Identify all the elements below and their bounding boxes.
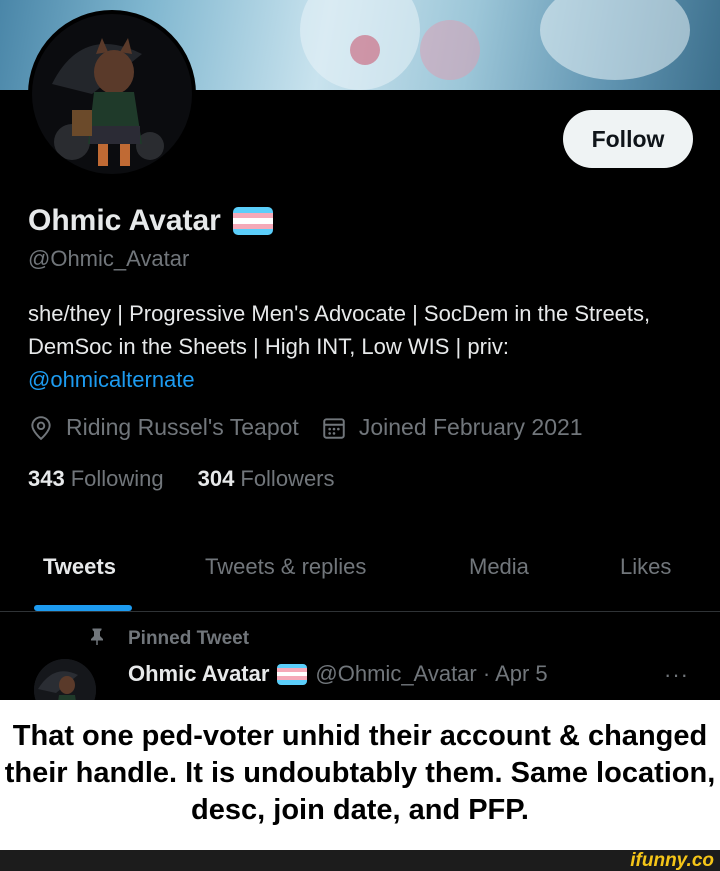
bio-mention-link[interactable]: @ohmicalternate — [28, 363, 698, 396]
tab-likes[interactable]: Likes — [620, 554, 671, 580]
profile-avatar[interactable] — [28, 10, 196, 178]
location-text: Riding Russel's Teapot — [66, 414, 299, 440]
trans-flag-icon — [277, 663, 308, 685]
following-link[interactable]: 343 Following — [28, 466, 164, 492]
profile-meta: Riding Russel's Teapot Joined February 2… — [28, 414, 583, 441]
profile-stats: 343 Following 304 Followers — [28, 466, 335, 492]
bio-text: she/they | Progressive Men's Advocate | … — [28, 301, 651, 359]
tab-tweets[interactable]: Tweets — [43, 554, 116, 580]
following-label: Following — [70, 466, 164, 491]
pinned-label: Pinned Tweet — [88, 625, 249, 653]
location-pin-icon — [28, 415, 54, 441]
pinned-text: Pinned Tweet — [128, 628, 250, 649]
follow-button[interactable]: Follow — [563, 110, 693, 168]
trans-flag-icon — [232, 207, 273, 235]
more-options-icon[interactable]: ··· — [664, 662, 689, 688]
active-tab-indicator — [34, 605, 132, 611]
joined-text: Joined February 2021 — [358, 414, 583, 440]
tweet-header: Ohmic Avatar @Ohmic_Avatar · Apr 5 — [128, 661, 548, 687]
profile-bio: she/they | Progressive Men's Advocate | … — [28, 297, 698, 396]
watermark-bar: ifunny.co — [0, 850, 720, 871]
profile-tabs: Tweets Tweets & replies Media Likes — [0, 540, 720, 612]
followers-count: 304 — [197, 466, 235, 491]
calendar-icon — [321, 415, 347, 441]
meme-caption: That one ped-voter unhid their account &… — [0, 700, 720, 850]
caption-text: That one ped-voter unhid their account &… — [4, 720, 716, 826]
following-count: 343 — [28, 466, 65, 491]
tab-media[interactable]: Media — [469, 554, 529, 580]
pin-icon — [88, 625, 106, 653]
followers-label: Followers — [240, 466, 335, 491]
tweet-handle-date[interactable]: @Ohmic_Avatar · Apr 5 — [315, 661, 547, 687]
display-name: Ohmic Avatar — [28, 204, 273, 238]
ifunny-watermark: ifunny.co — [630, 850, 714, 871]
tweet-author-name[interactable]: Ohmic Avatar — [128, 661, 269, 687]
display-name-text: Ohmic Avatar — [28, 204, 221, 237]
profile-handle: @Ohmic_Avatar — [28, 246, 190, 271]
followers-link[interactable]: 304 Followers — [198, 466, 335, 492]
tab-tweets-replies[interactable]: Tweets & replies — [205, 554, 366, 580]
